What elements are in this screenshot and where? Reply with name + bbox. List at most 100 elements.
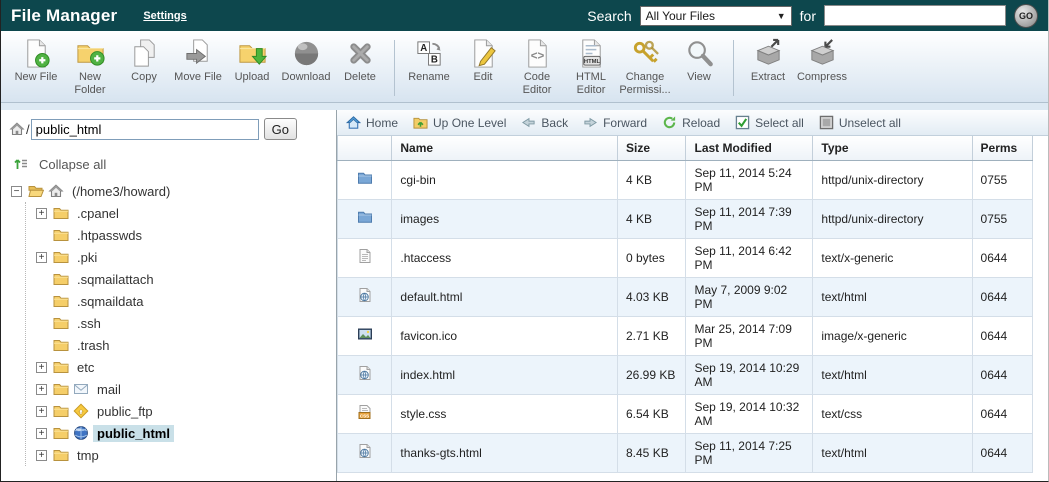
tree-item-cpanel[interactable]: + .cpanel: [36, 202, 336, 224]
column-header-perms[interactable]: Perms: [972, 136, 1032, 160]
table-row[interactable]: thanks-gts.html 8.45 KB Sep 11, 2014 7:2…: [338, 433, 1033, 472]
toolbar-button-edit[interactable]: Edit: [456, 38, 510, 84]
for-label: for: [800, 8, 816, 24]
tree-item-ssh[interactable]: .ssh: [36, 312, 336, 334]
cell-size: 4.03 KB: [618, 277, 686, 316]
tree-expand-toggle[interactable]: +: [36, 450, 47, 461]
cell-perms: 0644: [972, 355, 1032, 394]
nav-button-forward[interactable]: Forward: [583, 115, 647, 130]
home-icon: [346, 115, 361, 130]
nav-label: Reload: [682, 116, 720, 130]
tree-item-sqmaildata[interactable]: .sqmaildata: [36, 290, 336, 312]
tree-item-htpasswds[interactable]: .htpasswds: [36, 224, 336, 246]
toolbar-button-upload[interactable]: Upload: [225, 38, 279, 84]
nav-button-reload[interactable]: Reload: [662, 115, 720, 130]
column-header-last-modified[interactable]: Last Modified: [686, 136, 813, 160]
tree-item-public-html[interactable]: + public_html: [36, 422, 336, 444]
tree-item-trash[interactable]: .trash: [36, 334, 336, 356]
column-header-name[interactable]: Name: [392, 136, 618, 160]
extract-icon: [753, 38, 784, 69]
toolbar-button-view[interactable]: View: [672, 38, 726, 84]
tree-item-sqmailattach[interactable]: .sqmailattach: [36, 268, 336, 290]
tree-item-label: public_ftp: [93, 403, 157, 420]
table-row[interactable]: .htaccess 0 bytes Sep 11, 2014 6:42 PM t…: [338, 238, 1033, 277]
cell-perms: 0644: [972, 316, 1032, 355]
back-icon: [521, 115, 536, 130]
tree-item-root[interactable]: − (/home3/howard): [11, 180, 336, 202]
nav-label: Forward: [603, 116, 647, 130]
nav-button-select-all[interactable]: Select all: [735, 115, 804, 130]
tree-expand-toggle[interactable]: +: [36, 406, 47, 417]
copy-icon: [129, 38, 160, 69]
toolbar-button-new-folder[interactable]: New Folder: [63, 38, 117, 96]
cell-type: text/html: [813, 355, 972, 394]
table-row[interactable]: default.html 4.03 KB May 7, 2009 9:02 PM…: [338, 277, 1033, 316]
tree-item-mail[interactable]: + mail: [36, 378, 336, 400]
toolbar-button-rename[interactable]: AB Rename: [402, 38, 456, 84]
table-row[interactable]: cgi-bin 4 KB Sep 11, 2014 5:24 PM httpd/…: [338, 160, 1033, 199]
toolbar-button-move-file[interactable]: Move File: [171, 38, 225, 84]
tree-item-label: etc: [73, 359, 98, 376]
css-file-icon: CSS: [357, 404, 373, 420]
directory-tree-panel: / Go Collapse all − (/home3/howard): [1, 110, 337, 482]
column-header-size[interactable]: Size: [618, 136, 686, 160]
tree-expand-toggle[interactable]: +: [36, 362, 47, 373]
column-header-type[interactable]: Type: [813, 136, 972, 160]
tree-expand-toggle[interactable]: +: [36, 208, 47, 219]
search-label: Search: [587, 8, 631, 24]
nav-button-home[interactable]: Home: [346, 115, 398, 130]
path-go-button[interactable]: Go: [264, 118, 297, 140]
table-row[interactable]: index.html 26.99 KB Sep 19, 2014 10:29 A…: [338, 355, 1033, 394]
tree-expand-toggle[interactable]: +: [36, 252, 47, 263]
nav-label: Back: [541, 116, 568, 130]
settings-link[interactable]: Settings: [143, 10, 186, 22]
search-scope-dropdown[interactable]: All Your Files ▼: [640, 6, 792, 26]
cell-size: 2.71 KB: [618, 316, 686, 355]
nav-button-back[interactable]: Back: [521, 115, 568, 130]
toolbar-button-change-permissi[interactable]: Change Permissi...: [618, 38, 672, 96]
nav-button-unselect-all[interactable]: Unselect all: [819, 115, 901, 130]
collapse-all-button[interactable]: Collapse all: [13, 156, 336, 172]
tree-item-label: .sqmaildata: [73, 293, 147, 310]
tree-item-label: .trash: [73, 337, 114, 354]
toolbar-button-new-file[interactable]: New File: [9, 38, 63, 84]
toolbar-button-extract[interactable]: Extract: [741, 38, 795, 84]
search-input[interactable]: [824, 5, 1006, 26]
tree-collapse-toggle[interactable]: −: [11, 186, 22, 197]
toolbar-button-copy[interactable]: Copy: [117, 38, 171, 84]
path-input[interactable]: [31, 119, 259, 140]
toolbar-button-download[interactable]: Download: [279, 38, 333, 84]
app-title: File Manager: [11, 6, 117, 26]
tree-expand-toggle[interactable]: +: [36, 384, 47, 395]
cell-type: httpd/unix-directory: [813, 199, 972, 238]
tree-expand-toggle[interactable]: +: [36, 428, 47, 439]
toolbar-label: Edit: [474, 71, 493, 84]
search-go-button[interactable]: GO: [1014, 4, 1038, 28]
svg-text:CSS: CSS: [360, 413, 369, 418]
toolbar-button-delete[interactable]: Delete: [333, 38, 387, 84]
rename-icon: AB: [414, 38, 445, 69]
edit-icon: [468, 38, 499, 69]
cell-name: images: [392, 199, 618, 238]
column-header[interactable]: [338, 136, 392, 160]
table-row[interactable]: CSS style.css 6.54 KB Sep 19, 2014 10:32…: [338, 394, 1033, 433]
cell-name: style.css: [392, 394, 618, 433]
toolbar-button-html-editor[interactable]: HTML HTML Editor: [564, 38, 618, 96]
tree-item-pki[interactable]: + .pki: [36, 246, 336, 268]
toolbar-button-code-editor[interactable]: <> Code Editor: [510, 38, 564, 96]
cell-size: 4 KB: [618, 160, 686, 199]
toolbar-label: Rename: [408, 71, 450, 84]
cell-name: .htaccess: [392, 238, 618, 277]
change-permissions-icon: [630, 38, 661, 69]
table-row[interactable]: images 4 KB Sep 11, 2014 7:39 PM httpd/u…: [338, 199, 1033, 238]
table-row[interactable]: favicon.ico 2.71 KB Mar 25, 2014 7:09 PM…: [338, 316, 1033, 355]
file-list-panel: Home Up One Level Back Forward: [337, 110, 1048, 482]
folder-yellow-icon: [53, 205, 69, 221]
tree-item-public-ftp[interactable]: + public_ftp: [36, 400, 336, 422]
nav-button-up-one-level[interactable]: Up One Level: [413, 115, 506, 130]
toolbar-button-compress[interactable]: Compress: [795, 38, 849, 84]
tree-item-etc[interactable]: + etc: [36, 356, 336, 378]
content-area: / Go Collapse all − (/home3/howard): [1, 110, 1048, 482]
select-all-icon: [735, 115, 750, 130]
tree-item-tmp[interactable]: + tmp: [36, 444, 336, 466]
